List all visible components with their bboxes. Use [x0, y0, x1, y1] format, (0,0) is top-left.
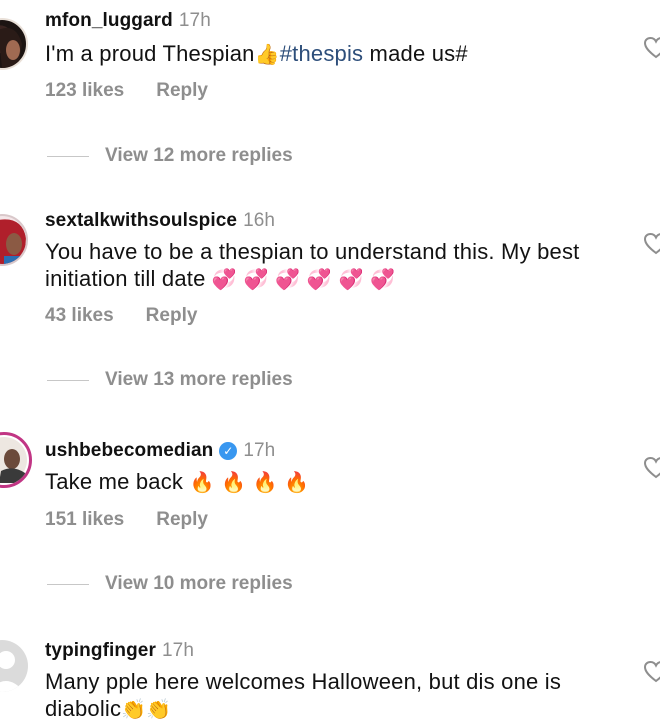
- comment-text: Take me back 🔥 🔥 🔥 🔥: [45, 468, 625, 496]
- comment-text: Many pple here welcomes Halloween, but d…: [45, 668, 625, 723]
- comment-text: You have to be a thespian to understand …: [45, 238, 625, 293]
- comment-username-line: sextalkwithsoulspice 16h: [45, 210, 275, 232]
- replies-divider-line: [47, 583, 89, 585]
- avatar[interactable]: [0, 432, 32, 488]
- comment-text: I'm a proud Thespian👍#thespis made us#: [45, 40, 625, 68]
- likes-count[interactable]: 151 likes: [45, 509, 124, 530]
- avatar-photo: [0, 437, 27, 483]
- comment-meta: 151 likes Reply: [45, 509, 208, 531]
- reply-button[interactable]: Reply: [146, 305, 198, 326]
- comment-meta: 123 likes Reply: [45, 80, 208, 102]
- verified-badge-icon: ✓: [219, 442, 238, 460]
- avatar-photo: [0, 27, 22, 68]
- like-button[interactable]: [643, 456, 660, 480]
- avatar-photo: [0, 219, 26, 264]
- comment-meta: 43 likes Reply: [45, 305, 197, 327]
- replies-divider-line: [47, 155, 89, 157]
- username[interactable]: mfon_luggard: [45, 10, 173, 31]
- likes-count[interactable]: 43 likes: [45, 305, 114, 326]
- thumbs-up-emoji: 👍: [254, 42, 280, 66]
- hashtag-link[interactable]: #thespis: [280, 41, 364, 66]
- view-more-replies[interactable]: View 12 more replies: [47, 145, 293, 167]
- comment-time: 17h: [243, 440, 276, 461]
- like-button[interactable]: [643, 660, 660, 684]
- comment-username-line: ushbebecomedian ✓ 17h: [45, 440, 275, 462]
- comment-time: 17h: [178, 10, 211, 31]
- comment-text-part: Take me back: [45, 469, 184, 494]
- username[interactable]: ushbebecomedian: [45, 440, 213, 461]
- like-button[interactable]: [643, 232, 660, 256]
- heart-outline-icon: [643, 232, 660, 255]
- comment-text-part: made us#: [363, 41, 468, 66]
- comment-username-line: typingfinger 17h: [45, 640, 194, 662]
- username[interactable]: sextalkwithsoulspice: [45, 210, 237, 231]
- heart-outline-icon: [643, 36, 660, 59]
- view-replies-label: View 13 more replies: [105, 369, 293, 390]
- default-avatar-icon: [0, 651, 24, 692]
- heart-outline-icon: [643, 456, 660, 479]
- comment-time: 17h: [161, 640, 194, 661]
- comment-time: 16h: [243, 210, 276, 231]
- view-more-replies[interactable]: View 10 more replies: [47, 573, 293, 595]
- avatar[interactable]: [0, 18, 28, 70]
- reply-button[interactable]: Reply: [156, 80, 208, 101]
- view-replies-label: View 12 more replies: [105, 145, 293, 166]
- view-more-replies[interactable]: View 13 more replies: [47, 369, 293, 391]
- username[interactable]: typingfinger: [45, 640, 156, 661]
- like-button[interactable]: [643, 36, 660, 60]
- clapping-emojis: 👏👏: [121, 697, 172, 721]
- comment-text-part: I'm a proud Thespian: [45, 41, 255, 66]
- reply-button[interactable]: Reply: [156, 509, 208, 530]
- comment-username-line: mfon_luggard 17h: [45, 10, 211, 32]
- avatar[interactable]: [0, 214, 28, 266]
- heart-emojis: 💞 💞 💞 💞 💞 💞: [211, 267, 396, 291]
- default-avatar-icon[interactable]: [0, 640, 28, 692]
- view-replies-label: View 10 more replies: [105, 573, 293, 594]
- likes-count[interactable]: 123 likes: [45, 80, 124, 101]
- heart-outline-icon: [643, 660, 660, 683]
- fire-emojis: 🔥 🔥 🔥 🔥: [189, 470, 310, 494]
- replies-divider-line: [47, 379, 89, 381]
